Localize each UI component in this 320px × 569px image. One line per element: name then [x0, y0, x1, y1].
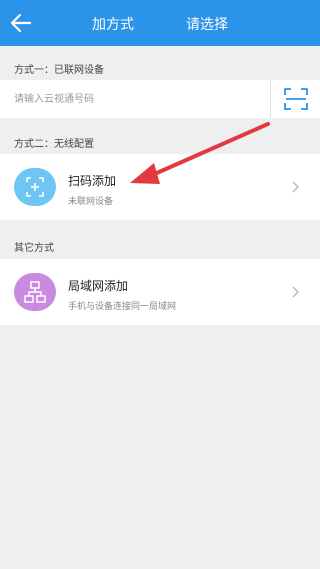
chevron-right-icon	[292, 286, 299, 298]
page-title: 加方式	[92, 17, 134, 33]
scan-add-icon	[14, 168, 56, 206]
page-title-secondary: 请选择	[186, 17, 228, 33]
lan-network-icon	[14, 273, 56, 311]
section-label-other: 其它方式	[14, 243, 54, 254]
scan-add-label: 扫码添加	[68, 174, 117, 188]
scan-frame-icon	[284, 88, 308, 110]
lan-add-label: 局域网添加	[68, 279, 129, 293]
back-button[interactable]	[8, 8, 42, 38]
device-number-input[interactable]	[14, 80, 264, 118]
lan-add-item[interactable]: 局域网添加 手机与设备连接同一局域网	[0, 259, 320, 325]
divider	[270, 80, 271, 118]
section-label-method-two: 方式二：无线配置	[14, 139, 94, 150]
device-number-row	[0, 80, 320, 118]
lan-add-sublabel: 手机与设备连接同一局域网	[68, 302, 177, 312]
scan-button[interactable]	[284, 88, 308, 110]
scan-add-item[interactable]: 扫码添加 未联网设备	[0, 154, 320, 220]
back-arrow-icon	[10, 13, 32, 33]
scan-add-sublabel: 未联网设备	[68, 197, 114, 207]
top-bar: 加方式 请选择	[0, 0, 320, 46]
section-label-method-one: 方式一：已联网设备	[14, 65, 104, 76]
chevron-right-icon	[292, 181, 299, 193]
